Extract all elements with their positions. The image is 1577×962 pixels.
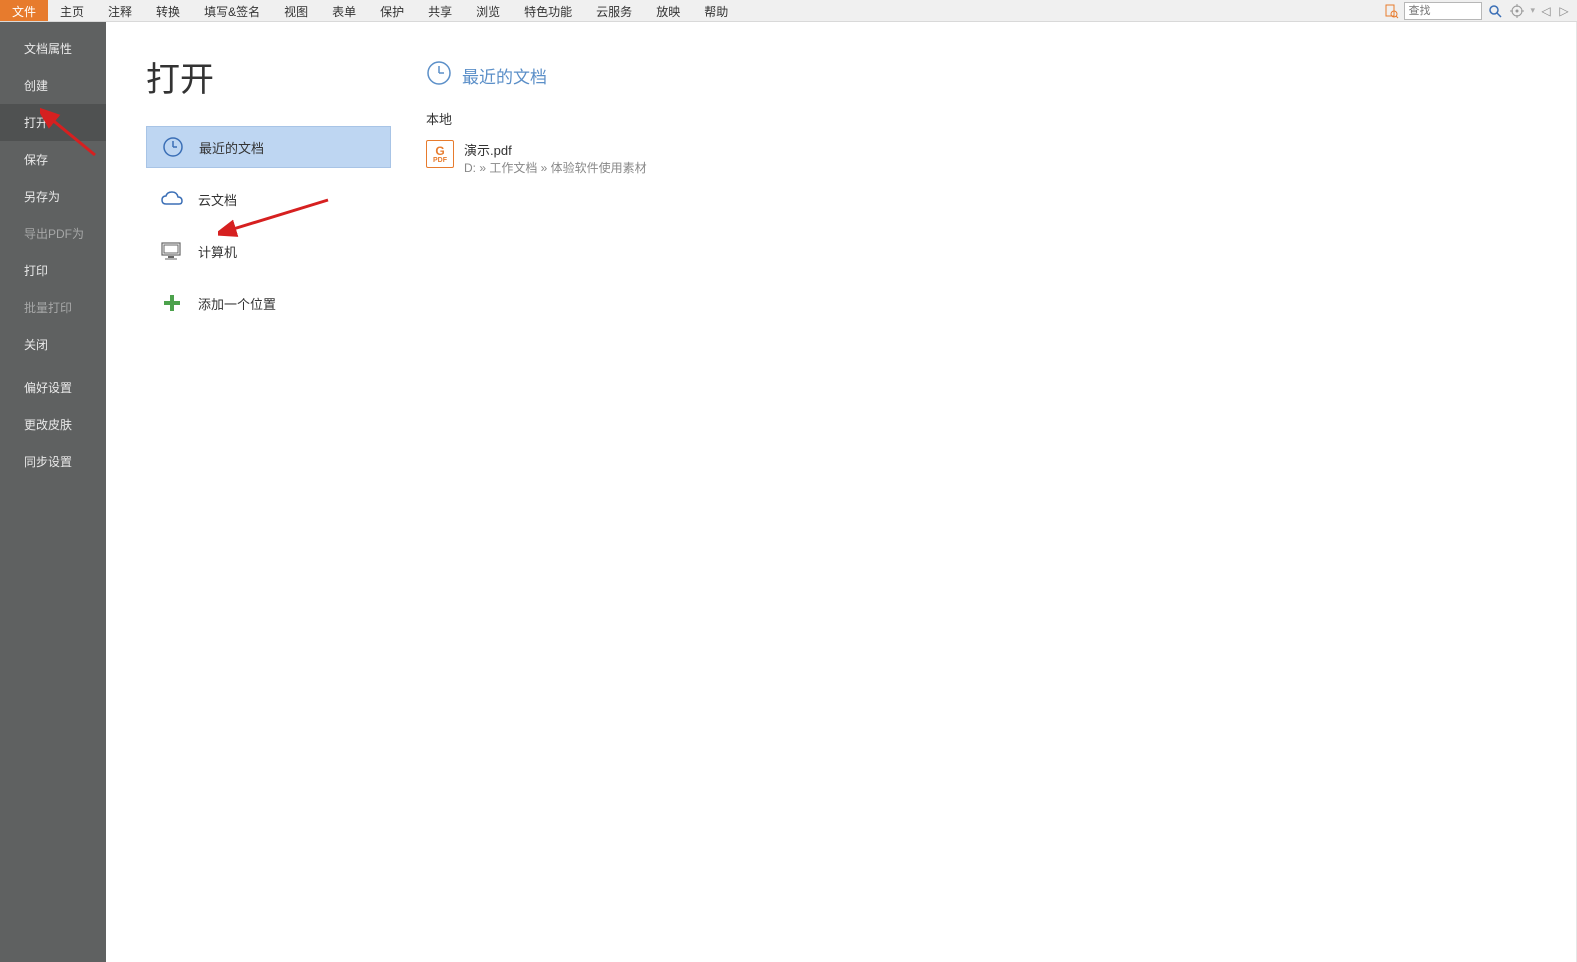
menu-feature[interactable]: 特色功能 bbox=[512, 0, 584, 21]
sidebar-item-open[interactable]: 打开 bbox=[0, 104, 106, 141]
location-label: 最近的文档 bbox=[199, 138, 264, 157]
menubar: 文件 主页 注释 转换 填写&签名 视图 表单 保护 共享 浏览 特色功能 云服… bbox=[0, 0, 1577, 22]
location-computer[interactable]: 计算机 bbox=[146, 230, 391, 272]
menu-annotate[interactable]: 注释 bbox=[96, 0, 144, 21]
location-recent[interactable]: 最近的文档 bbox=[146, 126, 391, 168]
page-title: 打开 bbox=[146, 52, 396, 101]
location-label: 云文档 bbox=[198, 190, 237, 209]
menu-help[interactable]: 帮助 bbox=[692, 0, 740, 21]
recent-file-name: 演示.pdf bbox=[464, 140, 647, 159]
nav-back-icon[interactable]: ◁ bbox=[1539, 2, 1553, 20]
recent-file-path: D: » 工作文档 » 体验软件使用素材 bbox=[464, 159, 647, 176]
sidebar-item-preferences[interactable]: 偏好设置 bbox=[0, 369, 106, 406]
sidebar-item-docprops[interactable]: 文档属性 bbox=[0, 30, 106, 67]
local-header-label: 本地 bbox=[426, 109, 1576, 128]
sidebar-item-saveas[interactable]: 另存为 bbox=[0, 178, 106, 215]
nav-forward-icon[interactable]: ▷ bbox=[1557, 2, 1571, 20]
detail-panel: 最近的文档 本地 GPDF 演示.pdf D: » 工作文档 » 体验软件使用素… bbox=[396, 22, 1576, 962]
sidebar-item-close[interactable]: 关闭 bbox=[0, 326, 106, 363]
sidebar-item-create[interactable]: 创建 bbox=[0, 67, 106, 104]
search-go-icon[interactable] bbox=[1486, 2, 1504, 20]
search-doc-icon[interactable] bbox=[1382, 2, 1400, 20]
plus-icon bbox=[160, 291, 184, 315]
cloud-icon bbox=[160, 187, 184, 211]
menu-home[interactable]: 主页 bbox=[48, 0, 96, 21]
sidebar-item-exportpdf: 导出PDF为 bbox=[0, 215, 106, 252]
menu-fillsign[interactable]: 填写&签名 bbox=[192, 0, 272, 21]
menu-form[interactable]: 表单 bbox=[320, 0, 368, 21]
clock-icon bbox=[426, 60, 452, 91]
menu-slideshow[interactable]: 放映 bbox=[644, 0, 692, 21]
menu-share[interactable]: 共享 bbox=[416, 0, 464, 21]
sidebar-item-sync[interactable]: 同步设置 bbox=[0, 443, 106, 480]
location-label: 计算机 bbox=[198, 242, 237, 261]
search-input[interactable] bbox=[1404, 2, 1482, 20]
clock-icon bbox=[161, 135, 185, 159]
menu-browse[interactable]: 浏览 bbox=[464, 0, 512, 21]
open-panel: 打开 最近的文档 云文档 bbox=[106, 22, 396, 962]
sidebar-item-print[interactable]: 打印 bbox=[0, 252, 106, 289]
pdf-file-icon: GPDF bbox=[426, 140, 454, 168]
gear-icon[interactable] bbox=[1508, 2, 1526, 20]
file-sidebar: 文档属性 创建 打开 保存 另存为 导出PDF为 打印 批量打印 关闭 偏好设置… bbox=[0, 22, 106, 962]
sidebar-item-skin[interactable]: 更改皮肤 bbox=[0, 406, 106, 443]
menu-cloudsvc[interactable]: 云服务 bbox=[584, 0, 644, 21]
menu-convert[interactable]: 转换 bbox=[144, 0, 192, 21]
recent-file-item[interactable]: GPDF 演示.pdf D: » 工作文档 » 体验软件使用素材 bbox=[426, 136, 946, 180]
computer-icon bbox=[160, 239, 184, 263]
location-label: 添加一个位置 bbox=[198, 294, 276, 313]
location-add[interactable]: 添加一个位置 bbox=[146, 282, 391, 324]
sidebar-item-batchprint: 批量打印 bbox=[0, 289, 106, 326]
menu-file[interactable]: 文件 bbox=[0, 0, 48, 21]
detail-section-title: 最近的文档 bbox=[462, 63, 547, 88]
sidebar-item-save[interactable]: 保存 bbox=[0, 141, 106, 178]
menu-view[interactable]: 视图 bbox=[272, 0, 320, 21]
menu-protect[interactable]: 保护 bbox=[368, 0, 416, 21]
location-cloud[interactable]: 云文档 bbox=[146, 178, 391, 220]
